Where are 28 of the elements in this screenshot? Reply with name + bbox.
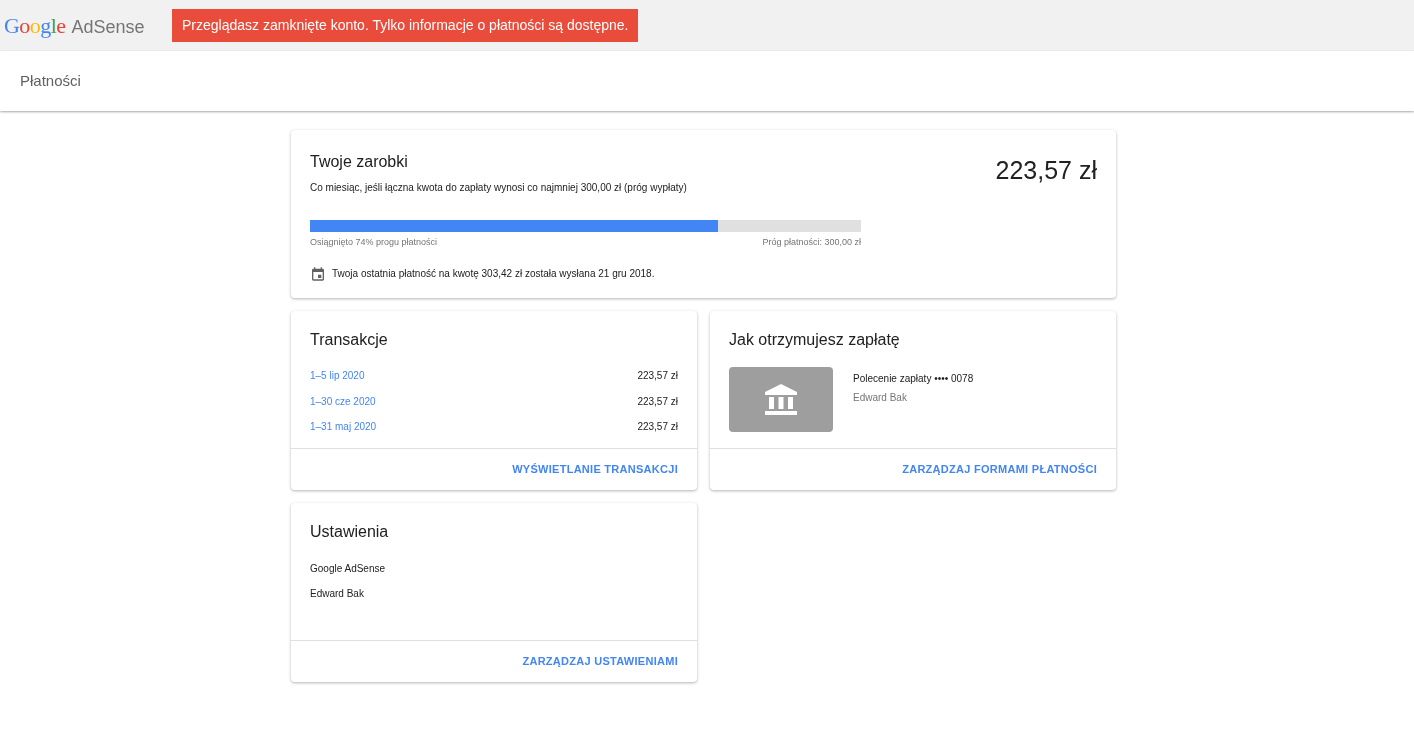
transaction-period-link[interactable]: 1–30 cze 2020 — [310, 393, 376, 409]
card-subtitle: Co miesiąc, jeśli łączna kwota do zapłaty wynosi co najmniej 300,00 zł (próg wypłaty) — [310, 181, 687, 195]
transaction-amount: 223,57 zł — [637, 394, 678, 409]
payment-method-text: Polecenie zapłaty •••• 0078 — [853, 372, 974, 386]
page-title: Płatności — [20, 70, 81, 91]
calendar-icon — [310, 265, 326, 282]
card-title: Jak otrzymujesz zapłatę — [729, 330, 901, 350]
transaction-period-link[interactable]: 1–31 maj 2020 — [310, 419, 377, 434]
settings-line: Google AdSense — [310, 562, 386, 576]
transaction-amount: 223,57 zł — [637, 420, 678, 434]
logo-product-name: AdSense — [71, 16, 145, 39]
threshold-label: Próg płatności: 300,00 zł — [762, 236, 861, 249]
transaction-period-link[interactable]: 1–5 lip 2020 — [310, 368, 365, 383]
bank-icon — [764, 383, 798, 416]
footer-link-button[interactable]: WYŚWIETLANIE TRANSAKCJI — [512, 461, 678, 478]
card-title: Twoje zarobki — [310, 152, 409, 172]
logo-wordmark: Google — [4, 12, 66, 40]
closed-account-alert: Przeglądasz zamknięte konto. Tylko informacje o płatności są dostępne. — [172, 9, 639, 42]
earnings-amount: 223,57 zł — [995, 155, 1097, 186]
progress-label: Osiągnięto 74% progu płatności — [310, 236, 438, 249]
footer-link-button[interactable]: ZARZĄDZAJ USTAWIENIAMI — [522, 653, 678, 670]
last-payment-text: Twoja ostatnia płatność na kwotę 303,42 zł została wysłana 21 gru 2018. — [332, 267, 655, 281]
settings-line: Edward Bak — [310, 587, 364, 601]
card-title: Ustawienia — [310, 522, 390, 542]
footer-link-button[interactable]: ZARZĄDZAJ FORMAMI PŁATNOŚCI — [902, 461, 1097, 478]
account-holder: Edward Bak — [853, 391, 908, 405]
transaction-amount: 223,57 zł — [637, 369, 678, 383]
card-title: Transakcje — [310, 330, 389, 350]
